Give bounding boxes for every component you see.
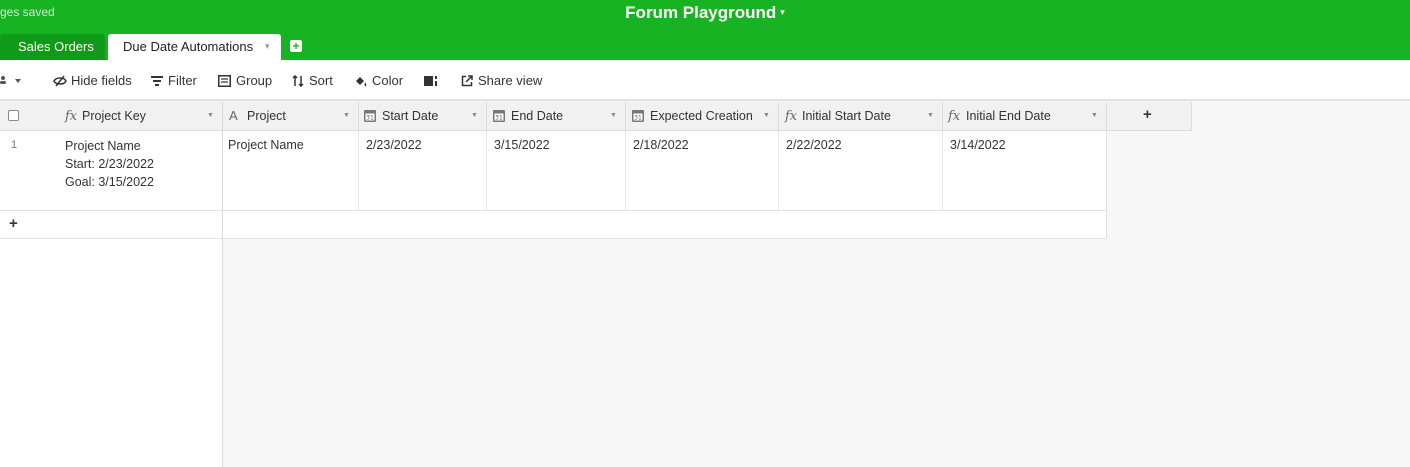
select-all-checkbox[interactable] xyxy=(8,110,19,121)
cell-project[interactable]: Project Name xyxy=(223,131,359,211)
tab-label: Due Date Automations xyxy=(123,39,254,54)
color-button[interactable]: Color xyxy=(354,73,404,89)
people-icon xyxy=(0,76,6,84)
column-header-start-date[interactable]: 31 Start Date ▼ xyxy=(359,102,487,131)
tab-due-date-automations[interactable]: Due Date Automations ▾ xyxy=(108,34,281,60)
eye-off-icon xyxy=(53,75,67,87)
chevron-down-icon[interactable]: ▼ xyxy=(927,112,934,119)
column-label: Project xyxy=(247,109,286,123)
column-header-project-key[interactable]: fx Project Key ▼ xyxy=(0,102,223,131)
cell-project-key[interactable]: Project Name Start: 2/23/2022 Goal: 3/15… xyxy=(65,137,154,191)
column-label: End Date xyxy=(511,109,564,123)
column-header-initial-end-date[interactable]: fx Initial End Date ▼ xyxy=(943,102,1107,131)
cell-start-date[interactable]: 2/23/2022 xyxy=(359,131,487,211)
base-title-text: Forum Playground xyxy=(625,3,777,22)
svg-text:31: 31 xyxy=(634,115,642,122)
cell-value: 2/18/2022 xyxy=(633,138,689,152)
cell-initial-end-date[interactable]: 3/14/2022 xyxy=(943,131,1107,211)
cell-expected-creation[interactable]: 2/18/2022 xyxy=(626,131,779,211)
filter-icon xyxy=(151,76,163,86)
share-view-label: Share view xyxy=(478,73,543,88)
formula-icon: fx xyxy=(785,109,798,124)
column-label: Initial End Date xyxy=(966,109,1051,123)
chevron-down-icon: ▾ xyxy=(780,7,785,17)
project-key-line: Goal: 3/15/2022 xyxy=(65,175,154,189)
top-bar: ges saved Forum Playground ▾ Sales Orders… xyxy=(0,0,1410,60)
view-toolbar: Hide fields Filter Group Sort Color Shar… xyxy=(0,60,1410,101)
chevron-down-icon xyxy=(15,79,21,83)
tab-label: Sales Orders xyxy=(18,39,94,54)
svg-text:31: 31 xyxy=(366,115,374,122)
formula-icon: fx xyxy=(948,109,961,124)
share-view-button[interactable]: Share view xyxy=(461,73,543,89)
cell-value: Project Name xyxy=(228,138,304,152)
chevron-down-icon[interactable]: ▾ xyxy=(265,34,270,59)
calendar-icon: 31 xyxy=(493,110,505,122)
project-key-line: Start: 2/23/2022 xyxy=(65,157,154,171)
add-column-button[interactable]: + xyxy=(1107,102,1192,131)
chevron-down-icon[interactable]: ▼ xyxy=(207,112,214,119)
chevron-down-icon[interactable]: ▼ xyxy=(471,112,478,119)
chevron-down-icon[interactable]: ▼ xyxy=(343,112,350,119)
base-title[interactable]: Forum Playground ▾ xyxy=(0,3,1410,23)
column-header-project[interactable]: A Project ▼ xyxy=(223,102,359,131)
add-row-area[interactable] xyxy=(223,211,1107,239)
column-header-initial-start-date[interactable]: fx Initial Start Date ▼ xyxy=(779,102,943,131)
cell-value: 3/15/2022 xyxy=(494,138,550,152)
group-icon xyxy=(218,75,231,87)
view-switcher[interactable] xyxy=(0,73,24,89)
filter-label: Filter xyxy=(168,73,197,88)
column-label: Expected Creation xyxy=(650,109,753,123)
row-height-button[interactable] xyxy=(424,73,440,89)
group-button[interactable]: Group xyxy=(218,73,273,89)
row-number: 1 xyxy=(11,139,18,151)
column-label: Start Date xyxy=(382,109,439,123)
cell-value: 3/14/2022 xyxy=(950,138,1006,152)
paint-bucket-icon xyxy=(356,77,367,87)
chevron-down-icon[interactable]: ▼ xyxy=(1091,112,1098,119)
tab-sales-orders[interactable]: Sales Orders xyxy=(0,34,105,60)
chevron-down-icon[interactable]: ▼ xyxy=(610,112,617,119)
column-label: Project Key xyxy=(82,109,146,123)
column-header-expected-creation[interactable]: 31 Expected Creation ▼ xyxy=(626,102,779,131)
text-icon: A xyxy=(229,108,238,123)
svg-text:31: 31 xyxy=(495,115,503,122)
add-row-button[interactable]: + xyxy=(0,211,223,239)
hide-fields-label: Hide fields xyxy=(71,73,132,88)
plus-icon: + xyxy=(1143,106,1152,123)
calendar-icon: 31 xyxy=(364,110,376,122)
plus-icon: + xyxy=(9,215,18,232)
frozen-divider xyxy=(222,102,223,467)
sort-icon xyxy=(292,75,304,87)
project-key-line: Project Name xyxy=(65,139,141,153)
color-label: Color xyxy=(372,73,404,88)
cell-value: 2/23/2022 xyxy=(366,138,422,152)
cell-initial-start-date[interactable]: 2/22/2022 xyxy=(779,131,943,211)
hide-fields-button[interactable]: Hide fields xyxy=(53,73,133,89)
chevron-down-icon[interactable]: ▼ xyxy=(763,112,770,119)
formula-icon: fx xyxy=(65,109,78,124)
group-label: Group xyxy=(236,73,273,88)
add-table-button[interactable]: + xyxy=(290,40,302,52)
column-label: Initial Start Date xyxy=(802,109,891,123)
column-header-end-date[interactable]: 31 End Date ▼ xyxy=(487,102,626,131)
cell-end-date[interactable]: 3/15/2022 xyxy=(487,131,626,211)
sort-label: Sort xyxy=(309,73,333,88)
row-height-icon xyxy=(424,76,437,86)
filter-button[interactable]: Filter xyxy=(151,73,201,89)
calendar-icon: 31 xyxy=(632,110,644,122)
sort-button[interactable]: Sort xyxy=(292,73,334,89)
cell-value: 2/22/2022 xyxy=(786,138,842,152)
share-icon xyxy=(461,75,473,87)
